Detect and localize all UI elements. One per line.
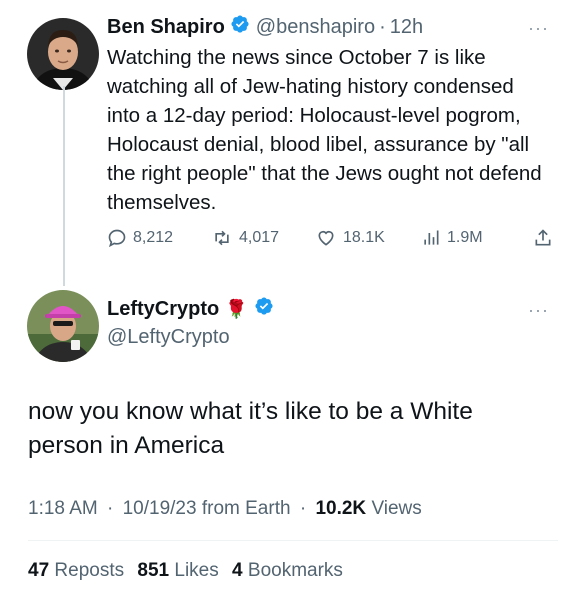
reply-header: LeftyCrypto 🌹 [107,296,280,322]
reply-date[interactable]: 10/19/23 [123,498,197,519]
bookmarks-stat[interactable]: 4 Bookmarks [232,560,343,581]
reply-text: now you know what it’s like to be a Whit… [28,398,473,459]
reposts-stat[interactable]: 47 Reposts [28,560,124,581]
share-icon [535,229,551,246]
more-options-icon[interactable]: ··· [528,300,549,321]
heart-icon [318,230,334,246]
reply-views-count: 10.2K [315,498,367,519]
separator-dot: · [299,498,307,519]
views-button[interactable]: 1.9M [421,228,483,248]
verified-badge-icon [230,14,250,40]
separator-dot: · [379,15,386,38]
reply-count: 8,212 [133,229,174,246]
tweet-header: Ben Shapiro @benshapiro · 12h [107,14,423,40]
share-button[interactable] [533,228,559,248]
likes-count: 851 [137,560,170,581]
reposts-count: 47 [28,560,50,581]
bookmarks-count: 4 [232,560,243,581]
thread-line [63,86,65,286]
verified-badge-icon [254,296,274,322]
reply-views-label: Views [371,498,422,519]
likes-stat[interactable]: 851 Likes [137,560,218,581]
divider [28,540,558,541]
reply-author-handle[interactable]: @LeftyCrypto [107,326,230,349]
rose-emoji: 🌹 [225,298,248,319]
repost-button[interactable]: 4,017 [211,228,279,248]
like-count: 18.1K [343,229,385,246]
more-options-icon[interactable]: ··· [528,18,549,39]
repost-count: 4,017 [239,229,280,246]
likes-label: Likes [174,560,219,581]
author-handle[interactable]: @benshapiro [256,16,375,39]
views-icon [424,230,439,245]
reply-author-name[interactable]: LeftyCrypto [107,298,219,321]
reply-source: from Earth [201,498,291,519]
reposts-label: Reposts [54,560,125,581]
tweet-actions: 8,212 4,017 18.1K 1.9M [107,228,553,254]
tweet-text: Watching the news since October 7 is lik… [107,46,542,214]
tweet-time[interactable]: 12h [390,16,423,39]
bookmarks-label: Bookmarks [247,560,343,581]
separator-dot: · [107,498,114,519]
like-button[interactable]: 18.1K [315,228,385,248]
reply-time[interactable]: 1:18 AM [28,498,98,519]
reply-stats: 47 Reposts 851 Likes 4 Bookmarks [28,560,351,582]
author-name[interactable]: Ben Shapiro [107,16,225,39]
repost-icon [215,230,229,246]
reply-icon [108,229,126,248]
reply-button[interactable]: 8,212 [107,228,173,248]
reply-meta: 1:18 AM · 10/19/23 from Earth · 10.2K Vi… [28,498,422,520]
avatar-benshapiro[interactable] [27,18,99,90]
avatar-leftycrypto[interactable] [27,290,99,362]
views-count: 1.9M [447,229,483,246]
